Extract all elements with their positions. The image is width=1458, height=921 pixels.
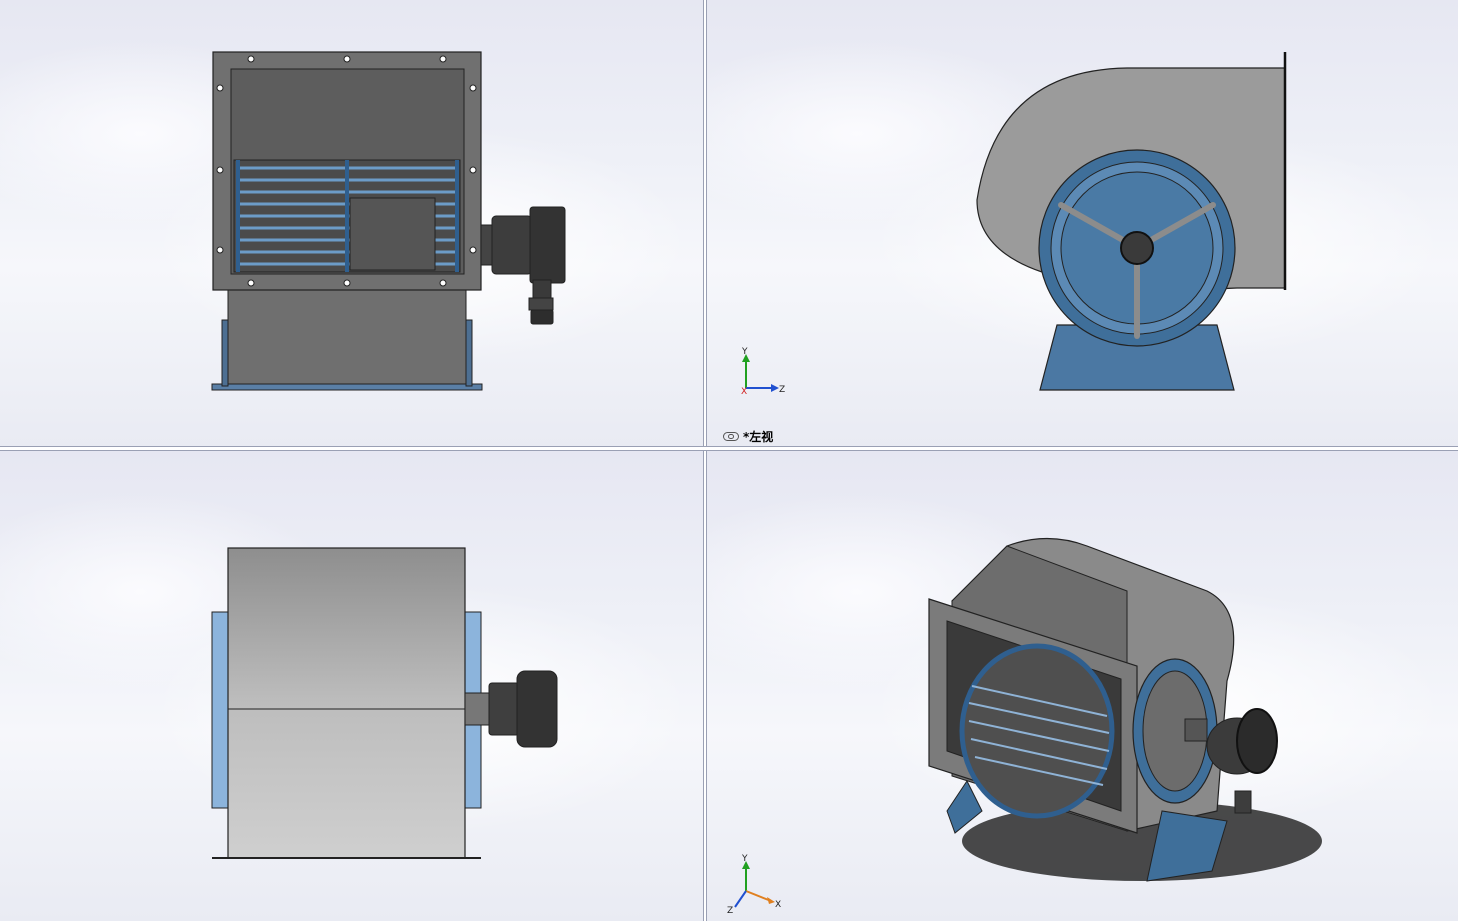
viewport-splitter-vertical[interactable] — [703, 0, 707, 921]
front-view-model — [211, 51, 566, 391]
svg-text:Z: Z — [727, 906, 733, 916]
viewport-splitter-horizontal[interactable] — [0, 446, 1458, 451]
glasses-icon — [723, 432, 739, 441]
svg-text:Y: Y — [741, 347, 748, 357]
viewport-front[interactable] — [0, 0, 703, 446]
axis-triad: Y Z X — [741, 347, 785, 397]
top-view-model — [211, 547, 558, 859]
view-name-label: *左视 — [723, 428, 773, 445]
left-view-model: Y Z X — [741, 52, 1287, 397]
svg-text:X: X — [775, 900, 781, 910]
isometric-view-model: Y X Z — [727, 537, 1322, 916]
svg-text:X: X — [741, 387, 747, 397]
viewport-top[interactable] — [0, 451, 703, 921]
view-name-text: *左视 — [743, 430, 774, 444]
svg-text:Y: Y — [741, 854, 748, 864]
svg-text:Z: Z — [779, 385, 785, 395]
axis-triad: Y X Z — [727, 854, 781, 916]
viewport-isometric[interactable]: Y X Z — [707, 451, 1458, 921]
viewport-left[interactable]: Y Z X *左视 — [707, 0, 1458, 446]
